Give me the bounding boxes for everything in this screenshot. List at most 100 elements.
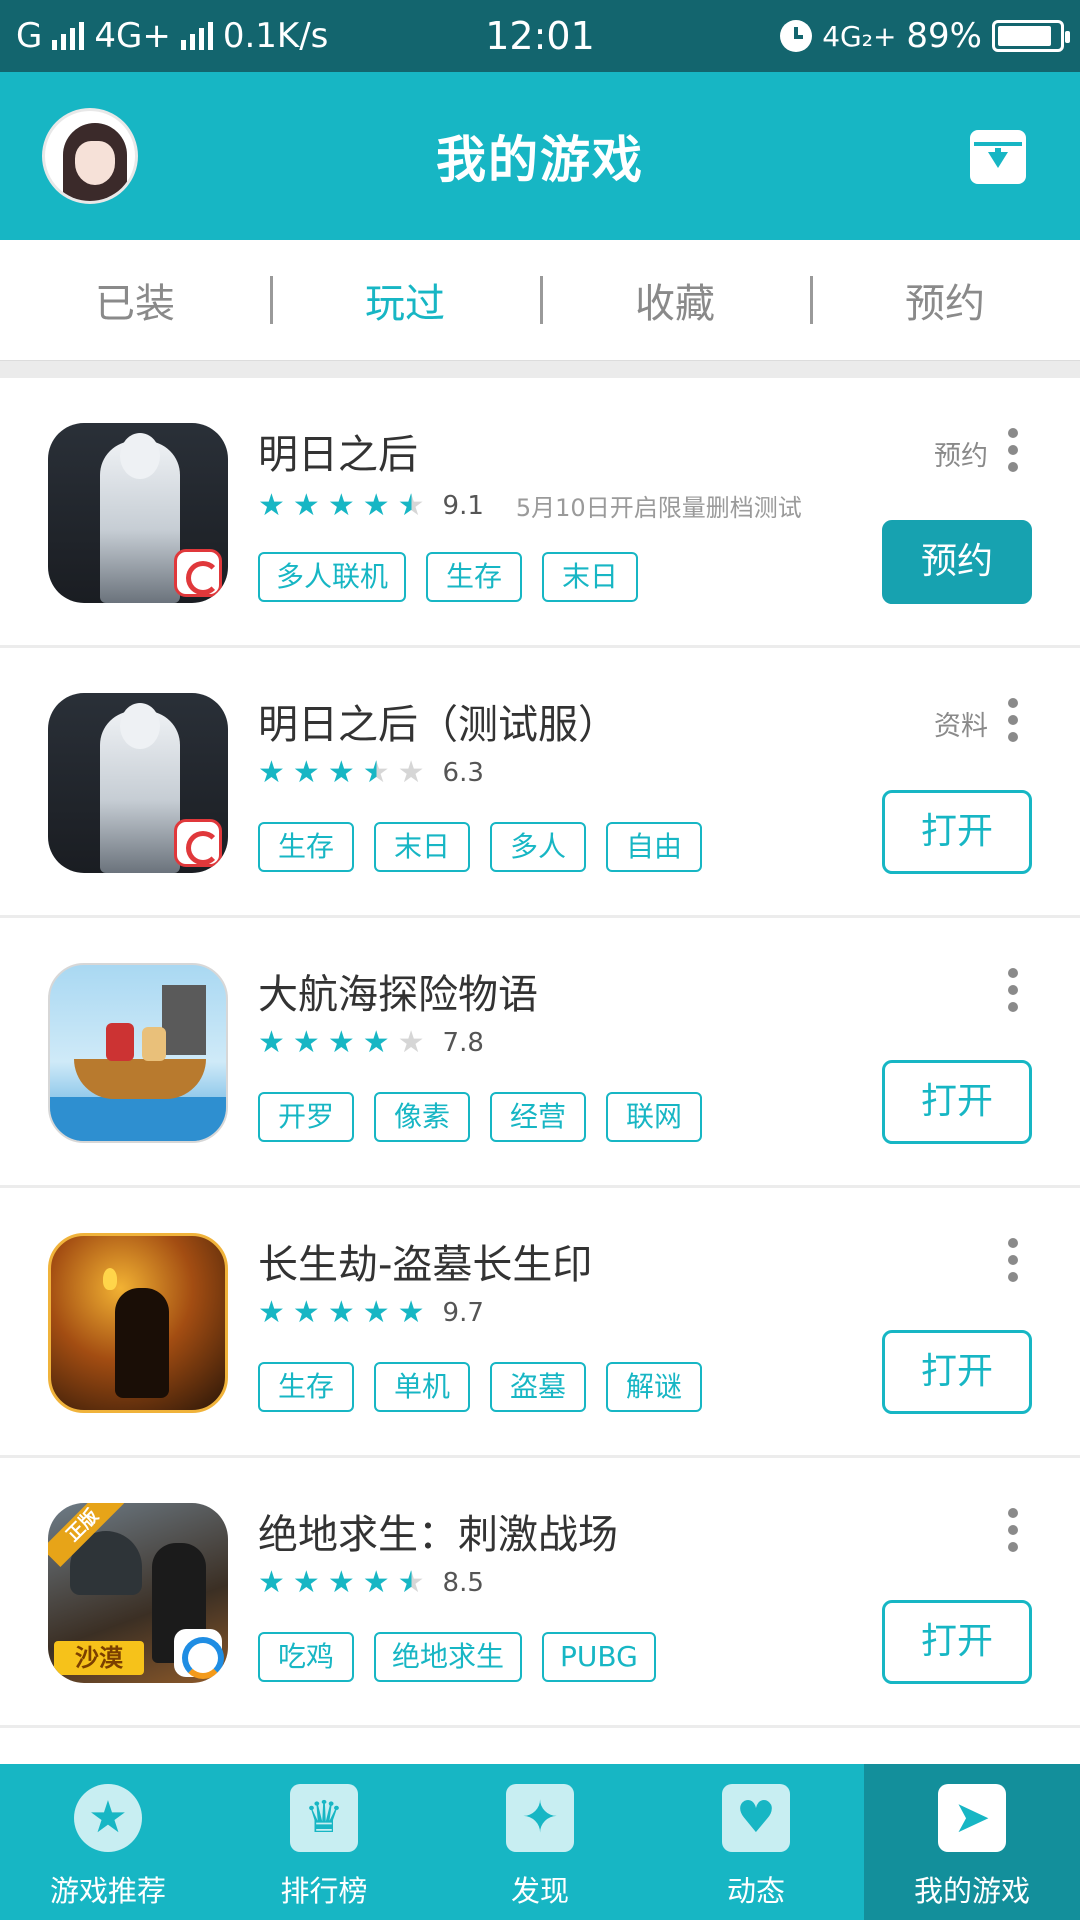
genre-tag[interactable]: 多人 bbox=[490, 822, 586, 872]
nav-item-sparkle[interactable]: ✦ 发现 bbox=[432, 1764, 648, 1920]
more-options-icon[interactable] bbox=[1006, 1238, 1020, 1282]
genre-tag[interactable]: 绝地求生 bbox=[374, 1632, 523, 1682]
status-left: G 4G+ 0.1K/s bbox=[16, 16, 780, 56]
game-row[interactable]: 明日之后 ★ ★ ★ ★ ★ 9.1 5月10日开启限量删档测试 多人联机 生存 末日 预约 预约 bbox=[0, 378, 1080, 648]
more-options-icon[interactable] bbox=[1006, 968, 1020, 1012]
star-icon: ★ bbox=[362, 1565, 390, 1600]
genre-tag[interactable]: 单机 bbox=[374, 1362, 470, 1412]
genre-tag[interactable]: 生存 bbox=[258, 822, 354, 872]
heart-icon: ♥ bbox=[722, 1784, 790, 1852]
reserve-button[interactable]: 预约 bbox=[882, 520, 1032, 604]
pirate-art-2 bbox=[142, 1027, 166, 1061]
page-title: 我的游戏 bbox=[436, 131, 644, 189]
nav-item-trophy[interactable]: ♛ 排行榜 bbox=[216, 1764, 432, 1920]
star-icon: ★ bbox=[327, 1295, 355, 1330]
star-icon: ★ bbox=[327, 1025, 355, 1060]
nav-label: 游戏推荐 bbox=[49, 1874, 166, 1908]
game-rating: ★ ★ ★ ★ ★ 8.5 bbox=[258, 1568, 484, 1599]
game-row[interactable]: 正版 沙漠 绝地求生：刺激战场 ★ ★ ★ ★ ★ 8.5 吃鸡 绝地求生 PUBG 打开 bbox=[0, 1458, 1080, 1728]
star-icon: ★ bbox=[397, 487, 425, 523]
star-icon-glyph: ★ bbox=[88, 1792, 128, 1843]
star-icon: ★ bbox=[292, 1025, 320, 1060]
game-rating: ★ ★ ★ ★ ★ 6.3 bbox=[258, 758, 484, 789]
genre-tag[interactable]: PUBG bbox=[542, 1632, 656, 1682]
signal-icon bbox=[52, 22, 85, 50]
star-icon: ★ bbox=[258, 1025, 285, 1060]
tab-favorites[interactable]: 收藏 bbox=[540, 271, 810, 329]
tab-played[interactable]: 玩过 bbox=[270, 271, 540, 329]
nav-item-paper-plane[interactable]: ➤ 我的游戏 bbox=[864, 1764, 1080, 1920]
genre-tag[interactable]: 经营 bbox=[490, 1092, 586, 1142]
side-label[interactable]: 资料 bbox=[934, 704, 988, 743]
genre-tag[interactable]: 末日 bbox=[374, 822, 470, 872]
game-name: 绝地求生：刺激战场 bbox=[258, 1512, 618, 1558]
star-rating: ★ ★ ★ ★ ★ bbox=[258, 1568, 425, 1598]
tab-bar: 已装 玩过 收藏 预约 bbox=[0, 240, 1080, 360]
tab-installed[interactable]: 已装 bbox=[0, 271, 270, 329]
genre-tag[interactable]: 自由 bbox=[606, 822, 702, 872]
star-icon: ★ bbox=[397, 1295, 425, 1330]
star-icon: ★ bbox=[327, 755, 355, 790]
open-button[interactable]: 打开 bbox=[882, 1330, 1032, 1414]
tomb-raider-icon[interactable] bbox=[48, 1233, 228, 1413]
status-bar: G 4G+ 0.1K/s 12:01 4G₂+ 89% bbox=[0, 0, 1080, 72]
genre-tag[interactable]: 生存 bbox=[258, 1362, 354, 1412]
star-icon: ★ bbox=[327, 1565, 355, 1600]
pubg-icon[interactable]: 正版 沙漠 bbox=[48, 1503, 228, 1683]
network2-label: 4G₂+ bbox=[822, 19, 897, 53]
genre-tag[interactable]: 吃鸡 bbox=[258, 1632, 354, 1682]
user-avatar[interactable] bbox=[42, 108, 138, 204]
signal-icon-2 bbox=[180, 22, 213, 50]
star-icon: ★ bbox=[397, 1565, 425, 1600]
open-button[interactable]: 打开 bbox=[882, 790, 1032, 874]
wave-art bbox=[50, 1097, 226, 1141]
star-icon: ★ bbox=[258, 1565, 285, 1600]
side-label[interactable]: 预约 bbox=[934, 434, 988, 473]
game-row[interactable]: 长生劫-盗墓长生印 ★ ★ ★ ★ ★ 9.7 生存 单机 盗墓 解谜 打开 bbox=[0, 1188, 1080, 1458]
more-options-icon[interactable] bbox=[1006, 1508, 1020, 1552]
rating-score: 9.1 bbox=[442, 490, 484, 521]
download-manager-icon[interactable] bbox=[970, 130, 1026, 184]
star-icon: ★ bbox=[292, 487, 320, 523]
open-button[interactable]: 打开 bbox=[882, 1600, 1032, 1684]
genre-tag[interactable]: 开罗 bbox=[258, 1092, 354, 1142]
tag-list: 生存 单机 盗墓 解谜 bbox=[258, 1362, 702, 1412]
netease-badge-icon bbox=[174, 819, 222, 867]
star-icon: ★ bbox=[258, 487, 285, 523]
more-options-icon[interactable] bbox=[1006, 428, 1020, 472]
paper-plane-icon-glyph: ➤ bbox=[953, 1792, 991, 1843]
bottom-nav: ★ 游戏推荐 ♛ 排行榜 ✦ 发现 ♥ 动态 ➤ 我的游戏 bbox=[0, 1764, 1080, 1920]
genre-tag[interactable]: 盗墓 bbox=[490, 1362, 586, 1412]
game-name: 大航海探险物语 bbox=[258, 972, 538, 1018]
genre-tag[interactable]: 生存 bbox=[426, 552, 523, 602]
star-icon: ★ bbox=[258, 755, 285, 790]
pirate-ship-icon[interactable] bbox=[48, 963, 228, 1143]
game-row[interactable]: 明日之后（测试服） ★ ★ ★ ★ ★ 6.3 生存 末日 多人 自由 资料 打开 bbox=[0, 648, 1080, 918]
trophy-icon-glyph: ♛ bbox=[304, 1792, 344, 1843]
tab-reserved[interactable]: 预约 bbox=[810, 271, 1080, 329]
net-speed: 0.1K/s bbox=[222, 16, 329, 56]
genre-tag[interactable]: 像素 bbox=[374, 1092, 470, 1142]
ship-art bbox=[74, 1059, 206, 1099]
star-icon: ★ bbox=[292, 755, 320, 790]
more-options-icon[interactable] bbox=[1006, 698, 1020, 742]
battery-icon bbox=[992, 20, 1070, 52]
star-rating: ★ ★ ★ ★ ★ bbox=[258, 1298, 425, 1328]
desert-badge: 沙漠 bbox=[54, 1641, 144, 1675]
mingri-icon[interactable] bbox=[48, 423, 228, 603]
nav-item-heart[interactable]: ♥ 动态 bbox=[648, 1764, 864, 1920]
genre-tag[interactable]: 解谜 bbox=[606, 1362, 702, 1412]
mingri-test-icon[interactable] bbox=[48, 693, 228, 873]
genre-tag[interactable]: 末日 bbox=[542, 552, 639, 602]
carrier-label: G bbox=[16, 16, 43, 56]
star-rating: ★ ★ ★ ★ ★ bbox=[258, 758, 425, 788]
nav-label: 动态 bbox=[726, 1874, 785, 1908]
open-button[interactable]: 打开 bbox=[882, 1060, 1032, 1144]
netease-badge-icon bbox=[174, 549, 222, 597]
nav-item-star[interactable]: ★ 游戏推荐 bbox=[0, 1764, 216, 1920]
genre-tag[interactable]: 联网 bbox=[606, 1092, 702, 1142]
section-divider bbox=[0, 360, 1080, 378]
star-rating: ★ ★ ★ ★ ★ bbox=[258, 1028, 425, 1058]
game-row[interactable]: 大航海探险物语 ★ ★ ★ ★ ★ 7.8 开罗 像素 经营 联网 打开 bbox=[0, 918, 1080, 1188]
genre-tag[interactable]: 多人联机 bbox=[258, 552, 407, 602]
